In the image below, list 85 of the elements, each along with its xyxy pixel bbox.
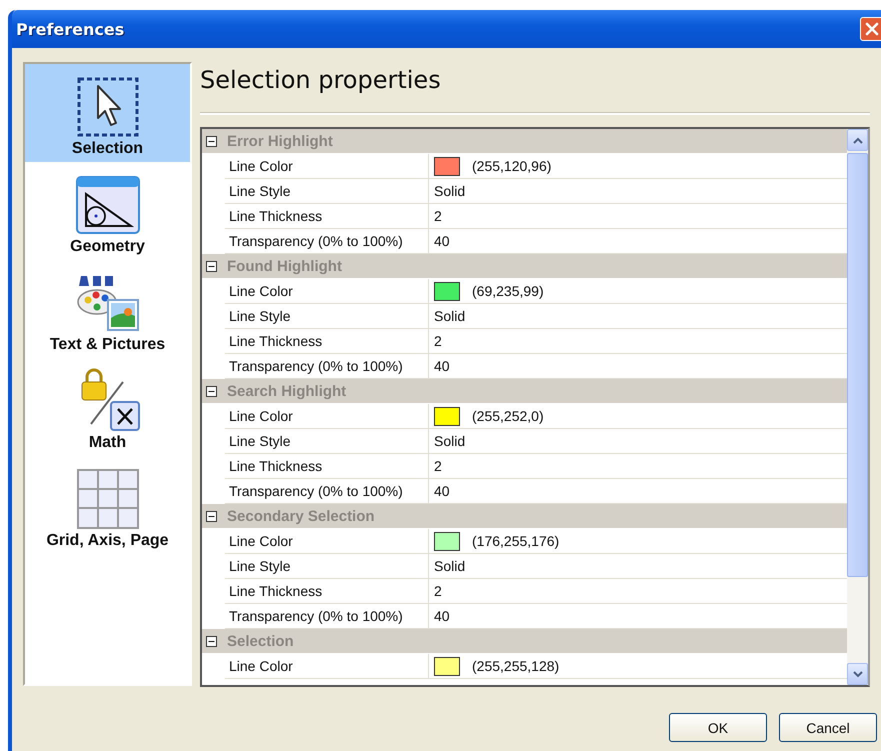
property-name: Transparency (0% to 100%) [225, 604, 429, 628]
value-text: 2 [434, 583, 442, 599]
property-value[interactable]: 2 [429, 454, 847, 478]
property-value[interactable]: 40 [429, 354, 847, 378]
category-label: Text & Pictures [50, 336, 166, 354]
property-name: Line Color [225, 529, 429, 553]
window-title: Preferences [16, 20, 124, 38]
property-value[interactable]: (255,255,128) [429, 654, 847, 678]
property-value[interactable]: 2 [429, 204, 847, 228]
property-name: Transparency (0% to 100%) [225, 354, 429, 378]
group-title: Secondary Selection [227, 508, 375, 524]
category-item[interactable]: Math [25, 358, 190, 456]
value-text: (176,255,176) [472, 533, 560, 549]
dialog-button[interactable]: OK [669, 713, 767, 742]
property-value[interactable]: (255,252,0) [429, 404, 847, 428]
category-item[interactable]: Geometry [25, 162, 190, 260]
property-value[interactable]: 2 [429, 329, 847, 353]
scrollbar[interactable] [847, 129, 868, 685]
category-label: Selection [72, 140, 144, 158]
property-value[interactable]: Solid [429, 179, 847, 203]
value-text: Solid [434, 308, 466, 324]
dialog-button[interactable]: Cancel [779, 713, 877, 742]
value-text: Solid [434, 433, 466, 449]
value-text: 2 [434, 333, 442, 349]
property-value[interactable]: 40 [429, 604, 847, 628]
property-name: Line Style [225, 304, 429, 328]
value-text: (255,120,96) [472, 158, 552, 174]
property-value[interactable]: Solid [429, 554, 847, 578]
scroll-up-button[interactable] [847, 129, 868, 151]
chevron-up-icon [852, 136, 862, 144]
value-text: Solid [434, 183, 466, 199]
property-value[interactable]: 40 [429, 479, 847, 503]
value-text: 2 [434, 458, 442, 474]
property-value[interactable]: Solid [429, 429, 847, 453]
category-label: Grid, Axis, Page [46, 532, 169, 550]
property-value[interactable]: 2 [429, 579, 847, 603]
value-text: 2 [434, 208, 442, 224]
property-name: Transparency (0% to 100%) [225, 479, 429, 503]
property-name: Line Thickness [225, 454, 429, 478]
category-item[interactable]: Grid, Axis, Page [25, 456, 190, 554]
value-text: (69,235,99) [472, 283, 544, 299]
chevron-down-icon [852, 670, 862, 678]
value-text: 40 [434, 358, 450, 374]
property-name: Line Color [225, 404, 429, 428]
property-value[interactable]: (176,255,176) [429, 529, 847, 553]
group-title: Error Highlight [227, 132, 333, 150]
collapse-icon[interactable] [206, 636, 217, 646]
property-name: Line Thickness [225, 329, 429, 353]
close-icon [865, 22, 879, 36]
value-text: (255,255,128) [472, 658, 560, 674]
property-name: Line Thickness [225, 204, 429, 228]
property-value[interactable]: (255,120,96) [429, 154, 847, 178]
group-title: Search Highlight [227, 382, 346, 400]
cursor-icon [76, 76, 140, 138]
page-heading: Selection properties [200, 65, 442, 96]
property-name: Line Style [225, 179, 429, 203]
value-text: 40 [434, 233, 450, 249]
property-name: Line Color [225, 654, 429, 678]
group-title: Selection [227, 632, 294, 650]
property-name: Transparency (0% to 100%) [225, 229, 429, 253]
property-name: Line Color [225, 279, 429, 303]
collapse-icon[interactable] [206, 260, 217, 272]
collapse-icon[interactable] [206, 510, 217, 522]
category-item[interactable]: Selection [25, 64, 190, 162]
category-label: Geometry [70, 238, 145, 256]
property-name: Line Thickness [225, 579, 429, 603]
collapse-icon[interactable] [206, 386, 217, 396]
value-text: 40 [434, 483, 450, 499]
scroll-down-button[interactable] [847, 663, 868, 685]
property-value[interactable]: Solid [429, 304, 847, 328]
property-name: Line Color [225, 154, 429, 178]
property-name: Line Style [225, 554, 429, 578]
collapse-icon[interactable] [206, 136, 217, 146]
category-item[interactable]: Text & Pictures [25, 260, 190, 358]
scroll-thumb[interactable] [847, 153, 868, 577]
group-title: Found Highlight [227, 258, 342, 274]
category-label: Math [88, 434, 126, 452]
property-value[interactable]: (69,235,99) [429, 279, 847, 303]
property-name: Line Style [225, 429, 429, 453]
property-value[interactable]: 40 [429, 229, 847, 253]
grid-icon [76, 468, 140, 530]
value-text: Solid [434, 558, 466, 574]
close-button[interactable] [860, 17, 881, 41]
value-text: 40 [434, 608, 450, 624]
value-text: (255,252,0) [472, 408, 544, 424]
